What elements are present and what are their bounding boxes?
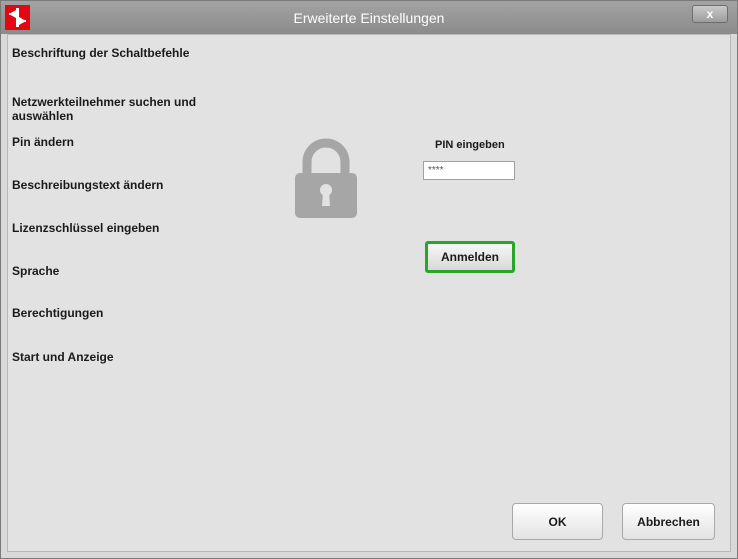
window-title: Erweiterte Einstellungen (293, 10, 445, 26)
ok-button[interactable]: OK (512, 503, 603, 540)
pin-input[interactable] (423, 161, 515, 180)
settings-dialog: Erweiterte Einstellungen x Beschriftung … (0, 0, 738, 559)
menu-item-license-key[interactable]: Lizenzschlüssel eingeben (12, 221, 159, 235)
login-button[interactable]: Anmelden (425, 241, 515, 273)
lock-icon (295, 138, 357, 223)
title-bar[interactable]: Erweiterte Einstellungen x (1, 1, 737, 34)
menu-item-change-pin[interactable]: Pin ändern (12, 135, 74, 149)
menu-item-language[interactable]: Sprache (12, 264, 59, 278)
menu-item-change-description[interactable]: Beschreibungstext ändern (12, 178, 163, 192)
menu-item-button-labels[interactable]: Beschriftung der Schaltbefehle (12, 46, 189, 60)
content-panel: Beschriftung der Schaltbefehle Netzwerkt… (7, 34, 731, 552)
menu-item-start-display[interactable]: Start und Anzeige (12, 350, 114, 364)
menu-item-network-search[interactable]: Netzwerkteilnehmer suchen und auswählen (12, 95, 242, 123)
cancel-button[interactable]: Abbrechen (622, 503, 715, 540)
pin-label: PIN eingeben (435, 139, 505, 151)
close-button[interactable]: x (692, 5, 728, 23)
menu-item-permissions[interactable]: Berechtigungen (12, 306, 103, 320)
